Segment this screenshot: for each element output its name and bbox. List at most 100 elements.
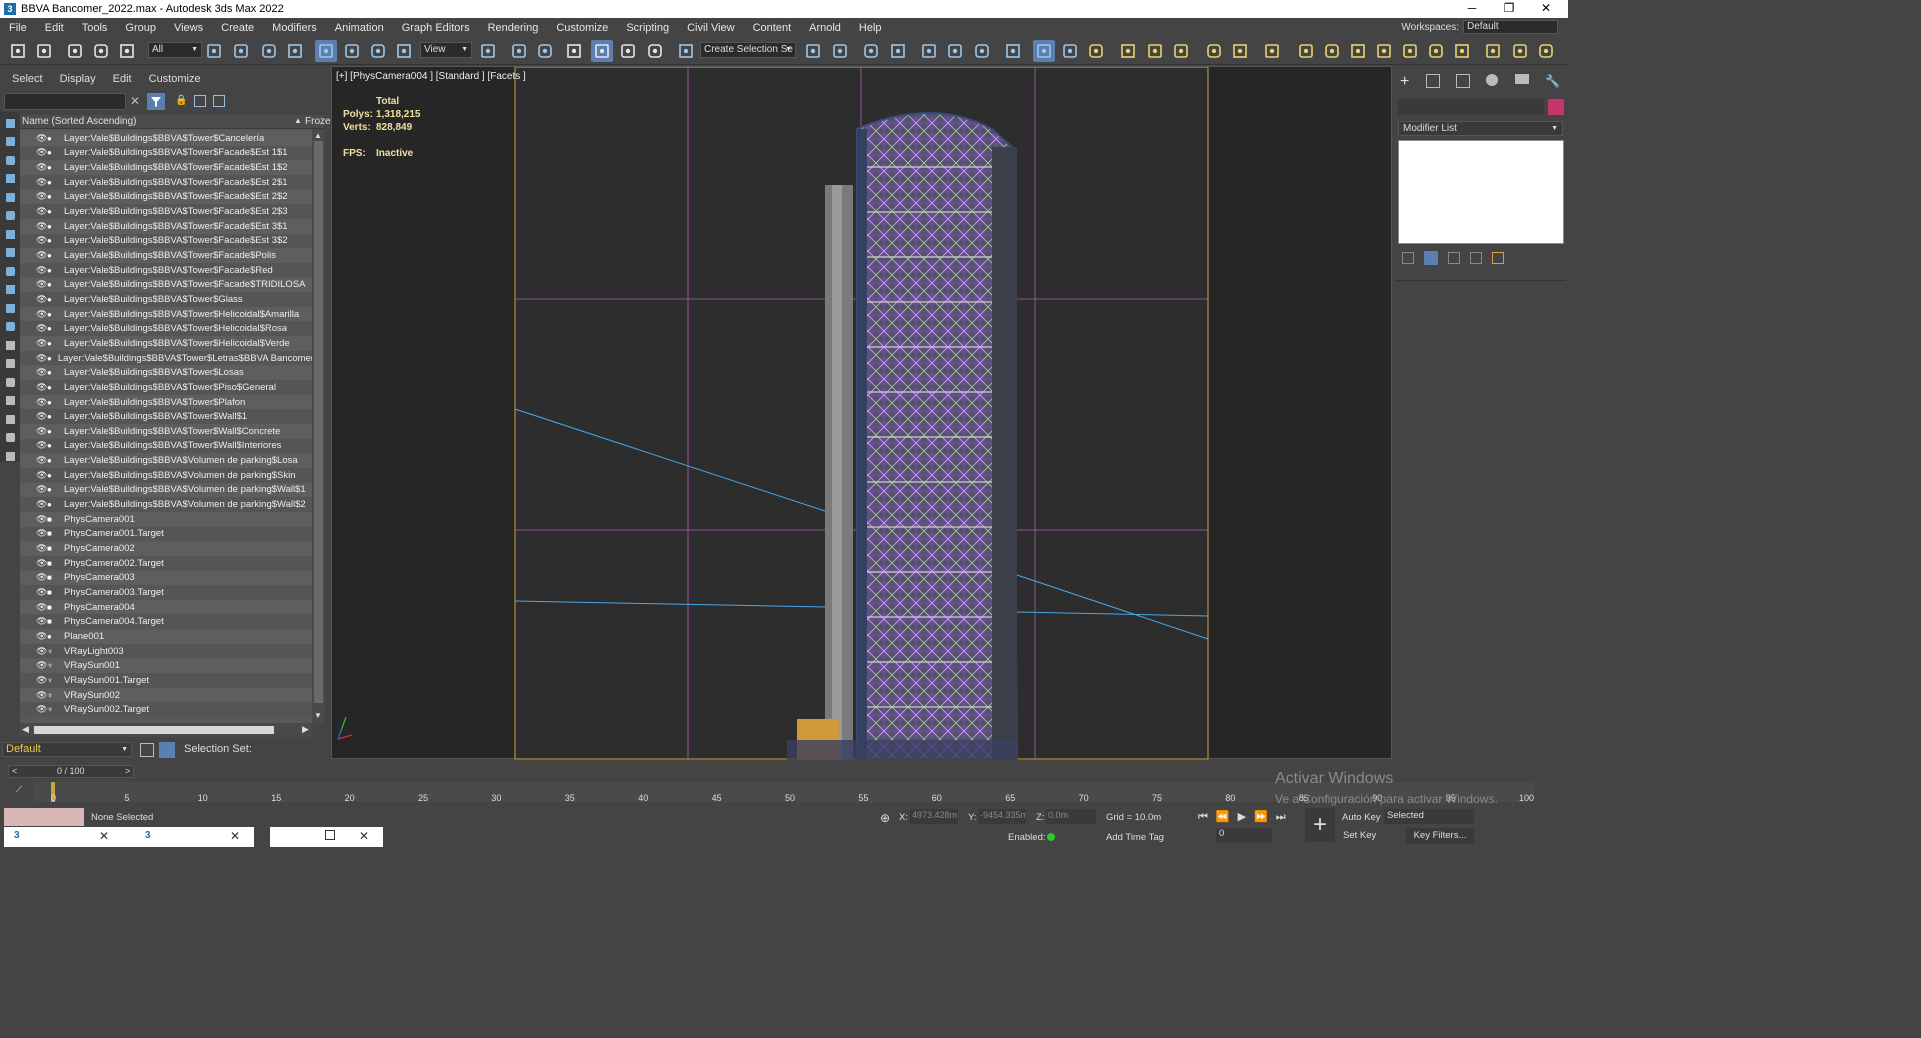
scene-list-horizontal-scrollbar[interactable]: ◀ ▶ <box>20 723 312 737</box>
menu-animation[interactable]: Animation <box>326 22 393 34</box>
layers-stack-icon[interactable] <box>140 743 154 757</box>
vray-ies-icon[interactable] <box>1509 40 1531 62</box>
vray-sphere-light-icon[interactable] <box>1347 40 1369 62</box>
scene-object-row[interactable]: 👁 ● Layer:Vale$Buildings$BBVA$Tower$Letras… <box>20 350 312 366</box>
menu-scripting[interactable]: Scripting <box>617 22 678 34</box>
display-none-icon[interactable] <box>2 357 18 371</box>
render-production-icon[interactable] <box>1085 40 1107 62</box>
arnold-render-icon[interactable] <box>1144 40 1166 62</box>
menu-graph-editors[interactable]: Graph Editors <box>393 22 479 34</box>
vray-dome-light-icon[interactable] <box>1399 40 1421 62</box>
toggle-scene-explorer-icon[interactable] <box>860 40 882 62</box>
hscroll-thumb[interactable] <box>34 726 274 734</box>
align-icon[interactable] <box>829 40 851 62</box>
scene-object-row[interactable]: 👁 ● Layer:Vale$Buildings$BBVA$Tower$Helico… <box>20 336 312 351</box>
scene-object-row[interactable]: 👁 ● Layer:Vale$Buildings$BBVA$Tower$Facade… <box>20 160 312 175</box>
rectangular-selection-icon[interactable] <box>258 40 280 62</box>
workspaces-dropdown[interactable]: Default <box>1463 20 1558 34</box>
visibility-eye-icon[interactable]: 👁 <box>36 558 47 569</box>
max-instance-icon[interactable]: 3 <box>14 830 20 841</box>
bind-spacewarp-icon[interactable] <box>116 40 138 62</box>
menu-edit[interactable]: Edit <box>36 22 73 34</box>
named-selection-set-dropdown[interactable]: Create Selection Se ▼ <box>700 42 796 58</box>
scene-object-row[interactable]: 👁 ● Layer:Vale$Buildings$BBVA$Tower$Helico… <box>20 321 312 337</box>
utilities-tab-icon[interactable]: 🔧 <box>1545 74 1560 92</box>
select-scale-icon[interactable] <box>367 40 389 62</box>
display-hidden-icon[interactable] <box>2 320 18 334</box>
y-coordinate-field[interactable]: -9454.335m <box>978 809 1026 824</box>
schematic-view-icon[interactable] <box>971 40 993 62</box>
visibility-eye-icon[interactable]: 👁 <box>36 660 47 671</box>
spinner-snap-icon[interactable] <box>644 40 666 62</box>
scene-object-row[interactable]: 👁 ■ PhysCamera003 <box>20 570 312 586</box>
visibility-eye-icon[interactable]: 👁 <box>36 397 47 408</box>
menu-modifiers[interactable]: Modifiers <box>263 22 326 34</box>
scene-object-row[interactable]: 👁 ● Plane001 <box>20 629 312 644</box>
visibility-eye-icon[interactable]: 👁 <box>36 587 47 598</box>
add-time-tag[interactable]: Add Time Tag <box>1106 832 1164 843</box>
display-containers-icon[interactable] <box>2 283 18 297</box>
create-tab-icon[interactable]: + <box>1400 74 1409 92</box>
vray-sun-icon[interactable] <box>1373 40 1395 62</box>
object-name-input[interactable] <box>1398 99 1544 115</box>
window-crossing-icon[interactable] <box>284 40 306 62</box>
scene-object-row[interactable]: 👁 ■ PhysCamera002.Target <box>20 555 312 571</box>
visibility-eye-icon[interactable]: 👁 <box>36 528 47 539</box>
toggle-ribbon-icon[interactable] <box>918 40 940 62</box>
scene-object-row[interactable]: 👁 ■ PhysCamera003.Target <box>20 585 312 600</box>
visibility-eye-icon[interactable]: 👁 <box>36 543 47 554</box>
explorer-menu-display[interactable]: Display <box>48 73 101 89</box>
key-mode-dropdown[interactable]: Selected <box>1384 809 1474 824</box>
scene-list-header[interactable]: Name (Sorted Ascending) ▲ Froze <box>20 115 331 129</box>
scene-object-row[interactable]: 👁 ● Layer:Vale$Buildings$BBVA$Tower$Facade… <box>20 248 312 263</box>
visibility-eye-icon[interactable]: 👁 <box>36 646 47 657</box>
visibility-eye-icon[interactable]: 👁 <box>36 602 47 613</box>
visibility-eye-icon[interactable]: 👁 <box>36 177 47 188</box>
menu-views[interactable]: Views <box>165 22 212 34</box>
scroll-down-icon[interactable]: ▼ <box>314 711 322 720</box>
menu-content[interactable]: Content <box>744 22 801 34</box>
clear-search-icon[interactable]: ✕ <box>130 94 140 108</box>
scene-object-row[interactable]: 👁 ● Layer:Vale$Buildings$BBVA$Tower$Cancel… <box>20 131 312 146</box>
motion-tab-icon[interactable] <box>1486 74 1499 86</box>
scene-object-row[interactable]: 👁 ● Layer:Vale$Buildings$BBVA$Tower$Facade… <box>20 262 312 278</box>
hierarchy-tab-icon[interactable] <box>1456 74 1470 88</box>
scene-object-row[interactable]: 👁 ● Layer:Vale$Buildings$BBVA$Tower$Facade… <box>20 145 312 161</box>
invert-display-icon[interactable] <box>2 375 18 389</box>
undo-icon[interactable] <box>7 40 29 62</box>
display-xrefs-icon[interactable] <box>2 246 18 260</box>
visibility-eye-icon[interactable]: 👁 <box>36 353 47 364</box>
toggle-layer-explorer-icon[interactable] <box>887 40 909 62</box>
previous-frame-button[interactable]: < <box>12 766 17 776</box>
viewport-physcamera004[interactable]: [+] [PhysCamera004 ] [Standard ] [Facets… <box>331 66 1392 760</box>
display-helpers-icon[interactable] <box>2 190 18 204</box>
visibility-eye-icon[interactable]: 👁 <box>36 338 47 349</box>
visibility-eye-icon[interactable]: 👁 <box>36 206 47 217</box>
absolute-mode-icon[interactable]: ⊕ <box>880 811 890 825</box>
current-layer-dropdown[interactable]: Default ▼ <box>2 742 132 757</box>
playback-controls[interactable]: ⏮⏪▶⏩⏭ <box>1198 810 1294 824</box>
scene-object-row[interactable]: 👁 ♆ VRaySun001 <box>20 658 312 674</box>
visibility-eye-icon[interactable]: 👁 <box>36 367 47 378</box>
maxscript-listener[interactable] <box>4 808 84 826</box>
scene-object-row[interactable]: 👁 ● Layer:Vale$Buildings$BBVA$Volumen de p… <box>20 453 312 468</box>
menu-rendering[interactable]: Rendering <box>479 22 548 34</box>
scene-object-row[interactable]: 👁 ● Layer:Vale$Buildings$BBVA$Tower$Wall$C… <box>20 424 312 439</box>
modifier-list-dropdown[interactable]: Modifier List ▼ <box>1398 121 1563 136</box>
display-cameras-icon[interactable] <box>2 172 18 186</box>
visibility-eye-icon[interactable]: 👁 <box>36 162 47 173</box>
percent-snap-icon[interactable] <box>617 40 639 62</box>
show-end-result-icon[interactable] <box>1424 251 1438 265</box>
scene-object-row[interactable]: 👁 ● Layer:Vale$Buildings$BBVA$Volumen de p… <box>20 467 312 483</box>
angle-snap-icon[interactable] <box>591 40 613 62</box>
scene-object-row[interactable]: 👁 ♆ VRayLight003 <box>20 643 312 659</box>
scene-object-row[interactable]: 👁 ● Layer:Vale$Buildings$BBVA$Tower$Facade… <box>20 189 312 205</box>
scene-object-row[interactable]: 👁 ● Layer:Vale$Buildings$BBVA$Tower$Wall$1 <box>20 409 312 424</box>
restore-button[interactable]: ❐ <box>1491 0 1527 18</box>
scroll-up-icon[interactable]: ▲ <box>314 131 322 140</box>
visibility-eye-icon[interactable]: 👁 <box>36 309 47 320</box>
scene-object-row[interactable]: 👁 ● Layer:Vale$Buildings$BBVA$Tower$Wall$I… <box>20 438 312 454</box>
select-dependents-icon[interactable] <box>2 449 18 463</box>
select-manipulate-icon[interactable] <box>477 40 499 62</box>
scene-object-row[interactable]: 👁 ■ PhysCamera004 <box>20 599 312 615</box>
